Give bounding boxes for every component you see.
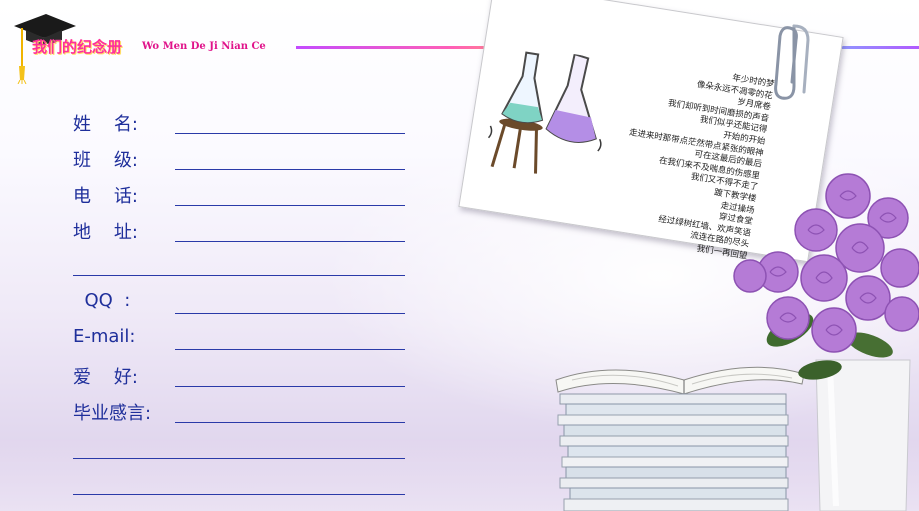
address-label: 地 址: [73, 222, 138, 243]
email-label: E-mail: [73, 326, 136, 347]
qq-label: QQ : [73, 290, 131, 311]
message-extra-line-1 [73, 458, 405, 459]
class-label: 班 级: [73, 150, 138, 171]
hobby-line [175, 386, 405, 387]
rose-vase-icon [733, 173, 919, 511]
hobby-label: 爱 好: [73, 367, 138, 388]
phone-label: 电 话: [73, 186, 138, 207]
phone-line [175, 205, 405, 206]
address-extra-line [73, 275, 405, 276]
paperclip-icon [774, 24, 810, 100]
class-line [175, 169, 405, 170]
name-field: 姓 名: [73, 110, 405, 135]
name-label: 姓 名: [73, 114, 138, 135]
email-line [175, 349, 405, 350]
email-field: E-mail: [73, 326, 405, 350]
message-label: 毕业感言: [73, 403, 152, 424]
page-subtitle: Wo Men De Ji Nian Ce [142, 41, 266, 52]
phone-field: 电 话: [73, 182, 405, 207]
page-title: 我们的纪念册 [32, 38, 123, 56]
message-extra-line-2 [73, 494, 405, 495]
name-line [175, 133, 405, 134]
qq-field: QQ : [73, 290, 405, 314]
address-field: 地 址: [73, 218, 405, 243]
class-field: 班 级: [73, 146, 405, 171]
message-line [175, 422, 405, 423]
address-line [175, 241, 405, 242]
qq-line [175, 313, 405, 314]
message-field: 毕业感言: [73, 399, 405, 424]
hobby-field: 爱 好: [73, 363, 405, 388]
flasks-icon [487, 51, 602, 174]
